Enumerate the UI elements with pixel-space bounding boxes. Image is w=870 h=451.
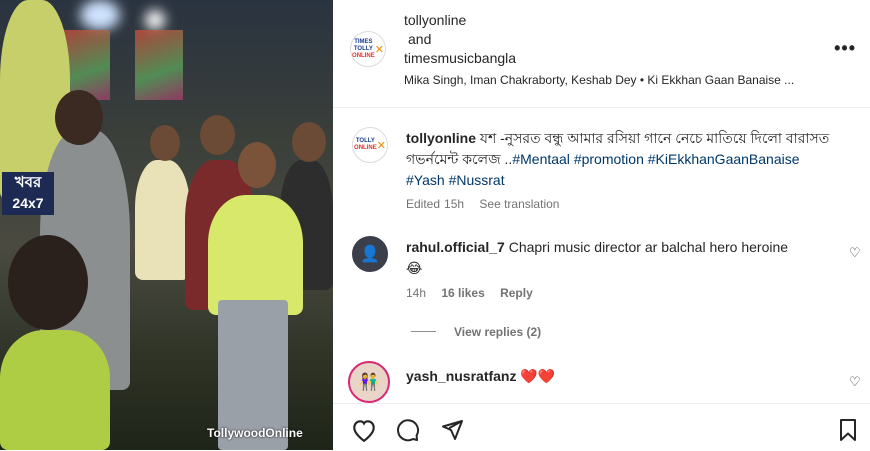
view-replies-divider [411, 331, 436, 332]
person-head [150, 125, 180, 161]
comment-body: yash_nusratfanz ❤️❤️ [406, 366, 555, 387]
comment-emoji: 😂 [406, 260, 423, 276]
author2-username[interactable]: timesmusicbangla [404, 49, 516, 68]
person-head [200, 115, 235, 155]
caption-meta: Edited 15h See translation [406, 194, 846, 215]
news-badge-line1: খবর [14, 174, 42, 191]
post-authors: tollyonline and timesmusicbangla [404, 11, 516, 68]
comment-text: Chapri music director ar balchal hero he… [508, 239, 789, 255]
hashtag[interactable]: #Nussrat [449, 172, 505, 188]
comment-likes[interactable]: 16 likes [441, 286, 484, 300]
hashtag[interactable]: #KiEkkhanGaanBanaise [648, 151, 800, 167]
bookmark-icon[interactable] [837, 418, 859, 442]
news-badge-line2: 24x7 [12, 195, 44, 211]
hashtag[interactable]: #promotion [574, 151, 644, 167]
person [135, 160, 190, 280]
x-mark-icon: ✕ [376, 139, 386, 152]
post-action-bar [333, 403, 870, 451]
and-text: and [408, 31, 432, 47]
hashtag[interactable]: #Mentaal [512, 151, 570, 167]
performer [208, 195, 303, 315]
person-head [292, 122, 326, 162]
caption-time[interactable]: 15h [444, 197, 464, 211]
tollyonline-logo-icon: TIMES TOLLY ONLINE [352, 38, 375, 59]
tollyonline-logo-icon: TOLLY ONLINE [354, 138, 377, 151]
commenter-avatar[interactable]: 👤 [352, 236, 388, 272]
hashtag[interactable]: #Yash [406, 172, 445, 188]
caption-author-avatar[interactable]: TOLLY ONLINE ✕ [352, 127, 388, 163]
person-head [55, 90, 103, 145]
comment-username[interactable]: yash_nusratfanz [406, 368, 516, 384]
comment-icon[interactable] [395, 418, 421, 442]
comment-meta: 14h 16 likes Reply [406, 286, 545, 300]
stage-light [80, 0, 120, 30]
person-head [238, 142, 276, 188]
commenter-avatar[interactable]: 👫 [348, 361, 390, 403]
comment-like-heart-icon[interactable]: ♡ [849, 245, 861, 260]
audio-info-link[interactable]: Mika Singh, Iman Chakraborty, Keshab Dey… [404, 73, 794, 87]
see-translation-link[interactable]: See translation [479, 197, 559, 211]
x-mark-icon: ✕ [374, 43, 384, 56]
author-avatar[interactable]: TIMES TOLLY ONLINE ✕ [350, 31, 386, 67]
person-silhouette-icon: 👤 [360, 246, 380, 263]
caption-username[interactable]: tollyonline [406, 130, 476, 146]
media-watermark: TollywoodOnline [207, 426, 303, 440]
news-channel-logo: খবর 24x7 [2, 172, 54, 215]
post-side-panel: TIMES TOLLY ONLINE ✕ tollyonline and times… [333, 0, 870, 451]
comment-username[interactable]: rahul.official_7 [406, 239, 505, 255]
comment-time[interactable]: 14h [406, 286, 426, 300]
post-header: TIMES TOLLY ONLINE ✕ tollyonline and times… [333, 0, 870, 108]
share-icon[interactable] [439, 418, 465, 442]
heart-icon[interactable] [351, 418, 377, 442]
comment-like-heart-icon[interactable]: ♡ [849, 374, 861, 389]
edited-label: Edited [406, 197, 441, 211]
comment-reply-button[interactable]: Reply [500, 286, 533, 300]
couple-photo-icon: 👫 [359, 374, 379, 391]
stage-light [145, 10, 165, 30]
post-caption: tollyonline যশ -নুসরত বন্ধু আমার রসিয়া … [406, 128, 846, 215]
stage-screen [135, 30, 183, 100]
more-horizontal-icon[interactable]: ••• [834, 38, 856, 59]
comment-text: ❤️❤️ [520, 368, 556, 384]
person [0, 330, 110, 450]
post-media[interactable]: খবর 24x7 TollywoodOnline [0, 0, 333, 450]
comment-body: rahul.official_7 Chapri music director a… [406, 237, 826, 279]
person-head [8, 235, 88, 330]
view-replies-button[interactable]: View replies (2) [454, 325, 541, 339]
author1-username[interactable]: tollyonline [404, 11, 516, 30]
